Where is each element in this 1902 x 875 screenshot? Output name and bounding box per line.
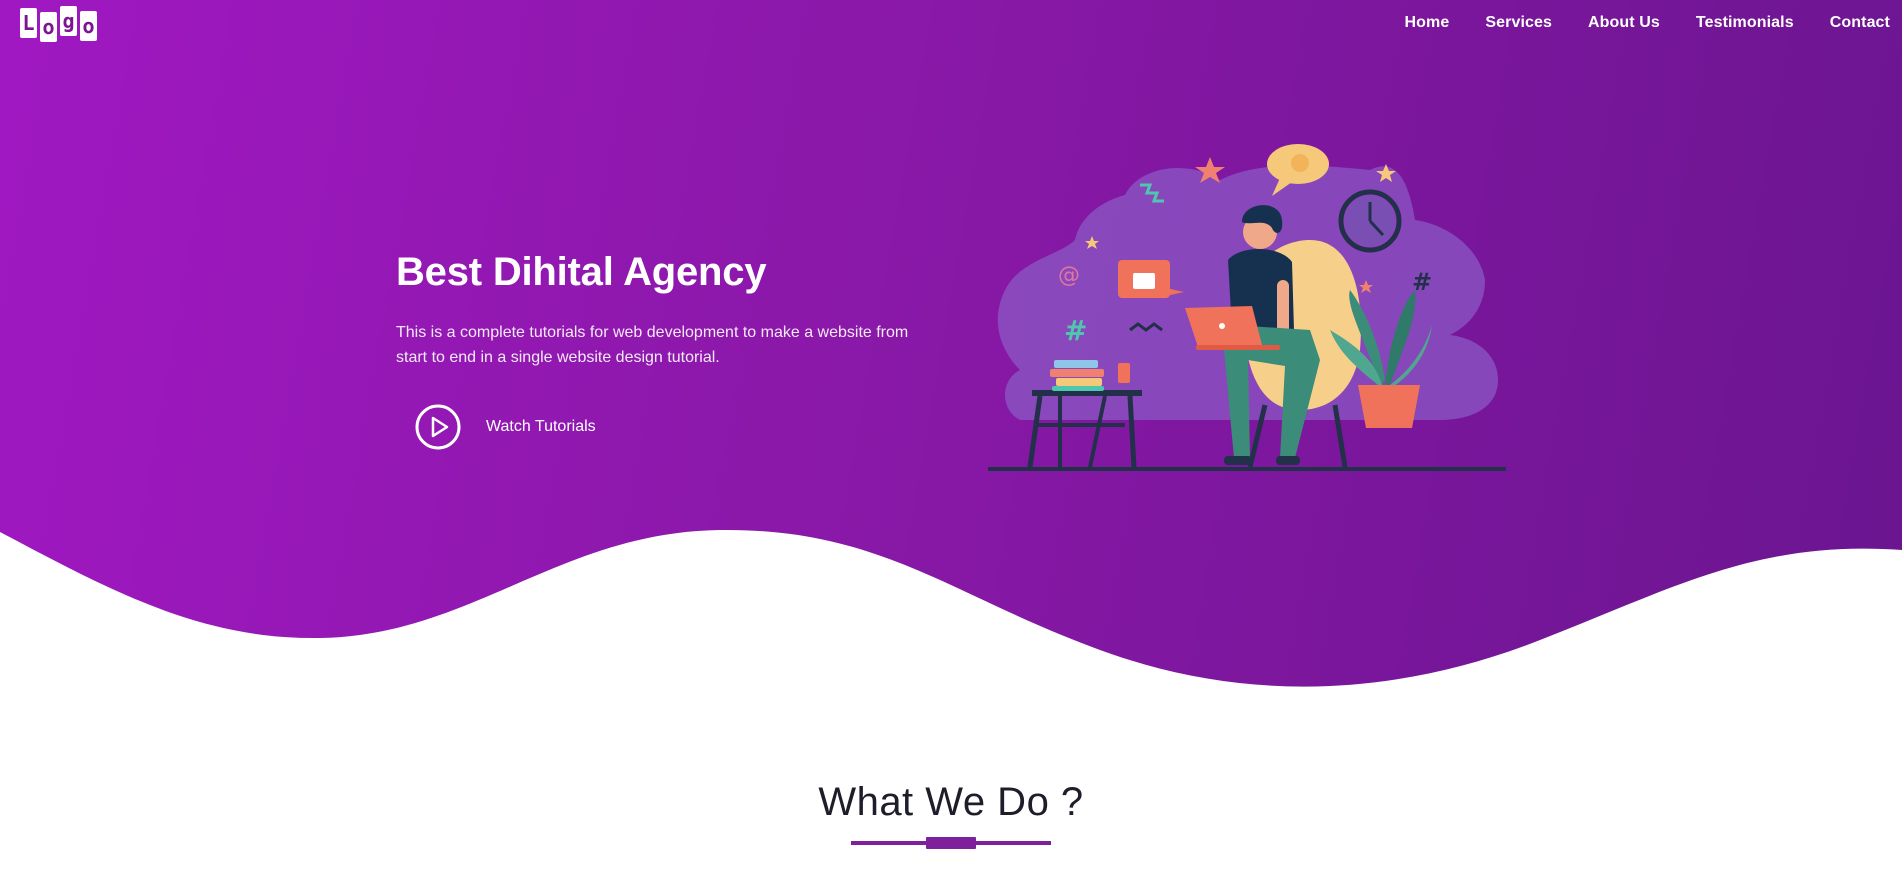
- site-logo[interactable]: L o g o: [20, 6, 97, 42]
- hero-description: This is a complete tutorials for web dev…: [396, 324, 909, 366]
- play-circle-icon[interactable]: [414, 403, 462, 451]
- section-title-underline: [851, 837, 1051, 849]
- hero-title: Best Dihital Agency: [396, 250, 767, 294]
- hero-section: [0, 0, 1902, 700]
- underline-block: [926, 837, 976, 849]
- logo-letter: o: [40, 12, 57, 42]
- section-title: What We Do ?: [818, 780, 1084, 824]
- hero-wave-divider: [0, 529, 1902, 700]
- person-with-laptop-illustration: @ # #: [988, 144, 1506, 471]
- nav-contact[interactable]: Contact: [1830, 14, 1890, 32]
- logo-letter: g: [60, 6, 77, 36]
- nav-testimonials[interactable]: Testimonials: [1696, 14, 1794, 32]
- nav-services[interactable]: Services: [1485, 14, 1552, 32]
- watch-tutorials-button[interactable]: Watch Tutorials: [414, 403, 596, 451]
- main-nav: Home Services About Us Testimonials Cont…: [1405, 14, 1902, 32]
- logo-letter: o: [80, 11, 97, 41]
- svg-text:#: #: [1064, 314, 1087, 347]
- watch-tutorials-label: Watch Tutorials: [486, 418, 596, 435]
- svg-text:@: @: [1058, 263, 1080, 288]
- logo-letter: L: [20, 8, 37, 38]
- nav-home[interactable]: Home: [1405, 14, 1450, 32]
- nav-about-us[interactable]: About Us: [1588, 14, 1660, 32]
